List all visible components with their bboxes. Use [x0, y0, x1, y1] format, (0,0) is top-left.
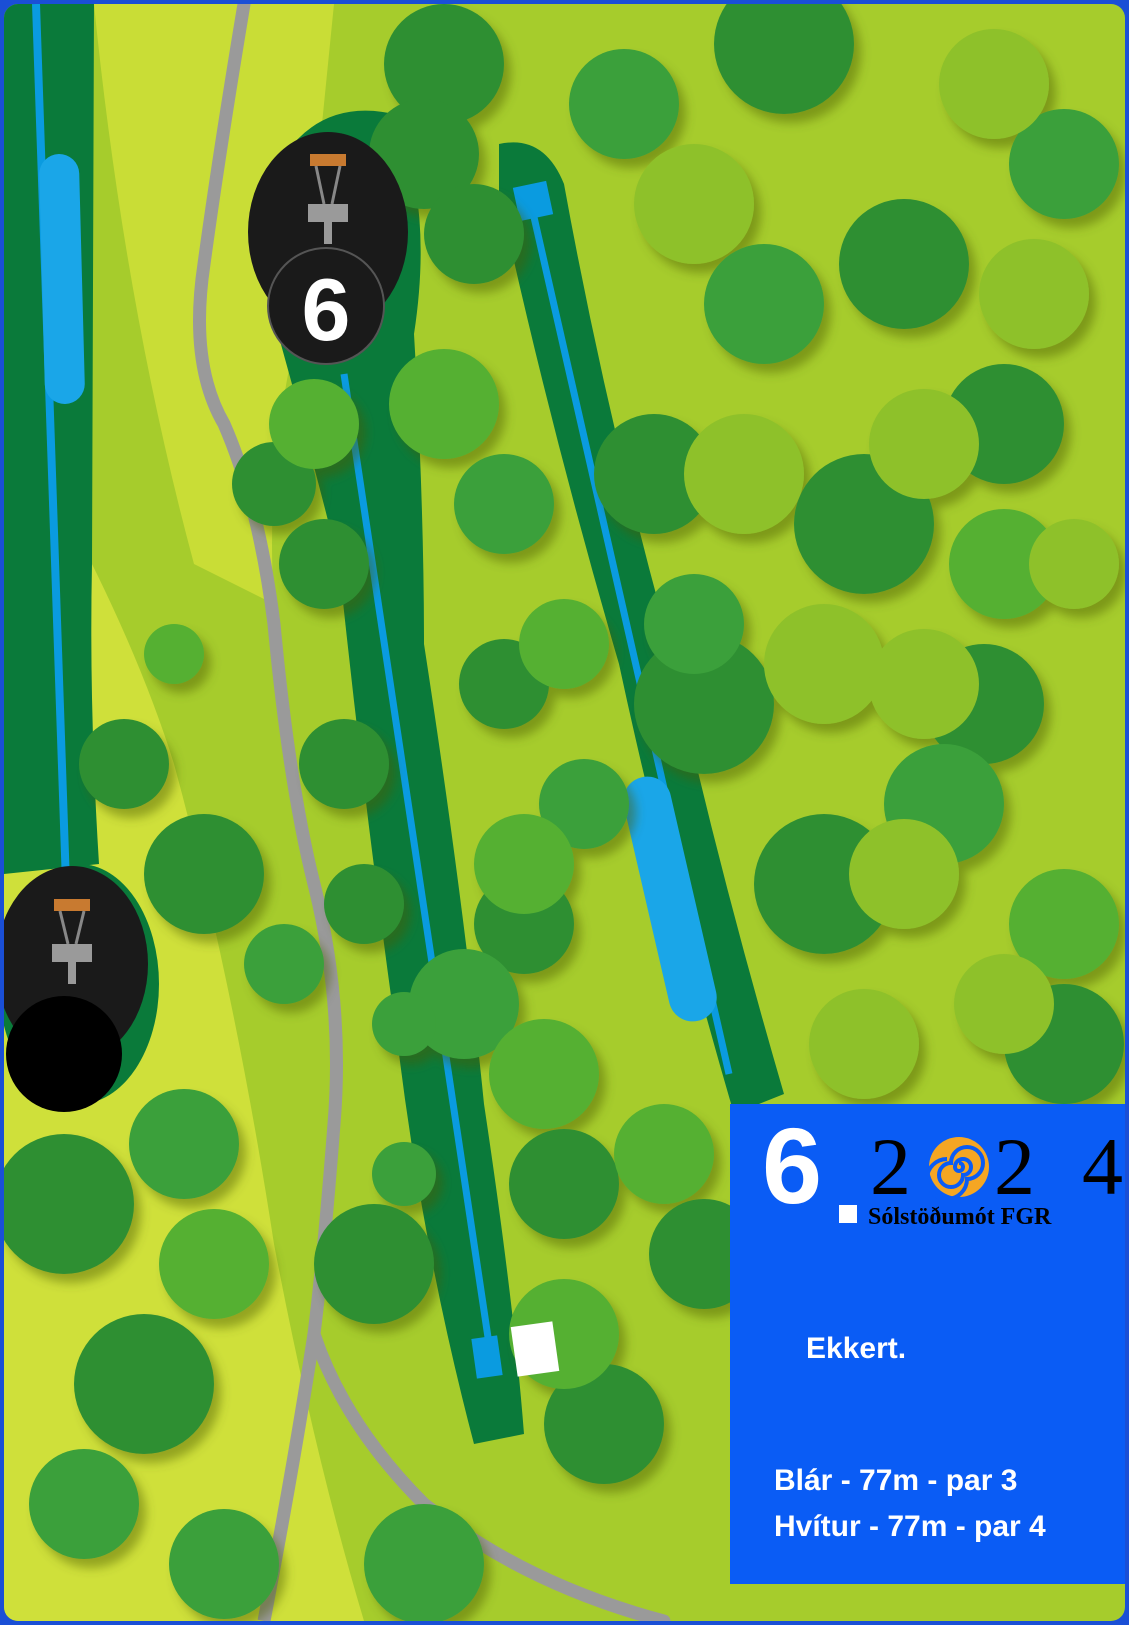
sun-spiral-icon: [926, 1137, 989, 1200]
tee-info-white: Hvítur - 77m - par 4: [774, 1510, 1046, 1543]
course-map: 6 6 2 2 4 Sólstöðumót FGR Ekkert. Blár -…: [4, 4, 1125, 1621]
tee-info-blue: Blár - 77m - par 3: [774, 1464, 1018, 1497]
hole-number-dot: [839, 1205, 857, 1223]
event-name: Sólstöðumót FGR: [868, 1204, 1052, 1230]
hole-note: Ekkert.: [806, 1332, 907, 1365]
white-tee-marker: [510, 1321, 560, 1377]
event-year: 2 2 4: [870, 1126, 1125, 1216]
hole-number: 6: [762, 1105, 822, 1226]
hole-6-map-marker: 6: [302, 260, 351, 359]
prev-tee-pad: [39, 154, 85, 404]
year-digit-4: 4: [1082, 1121, 1123, 1212]
year-digit-3: 2: [994, 1121, 1035, 1212]
blue-tee-marker: [471, 1335, 503, 1379]
year-digit-1: 2: [870, 1121, 911, 1212]
hole-info-panel: 6 2 2 4 Sólstöðumót FGR Ekkert. Blár - 7…: [730, 1104, 1125, 1584]
